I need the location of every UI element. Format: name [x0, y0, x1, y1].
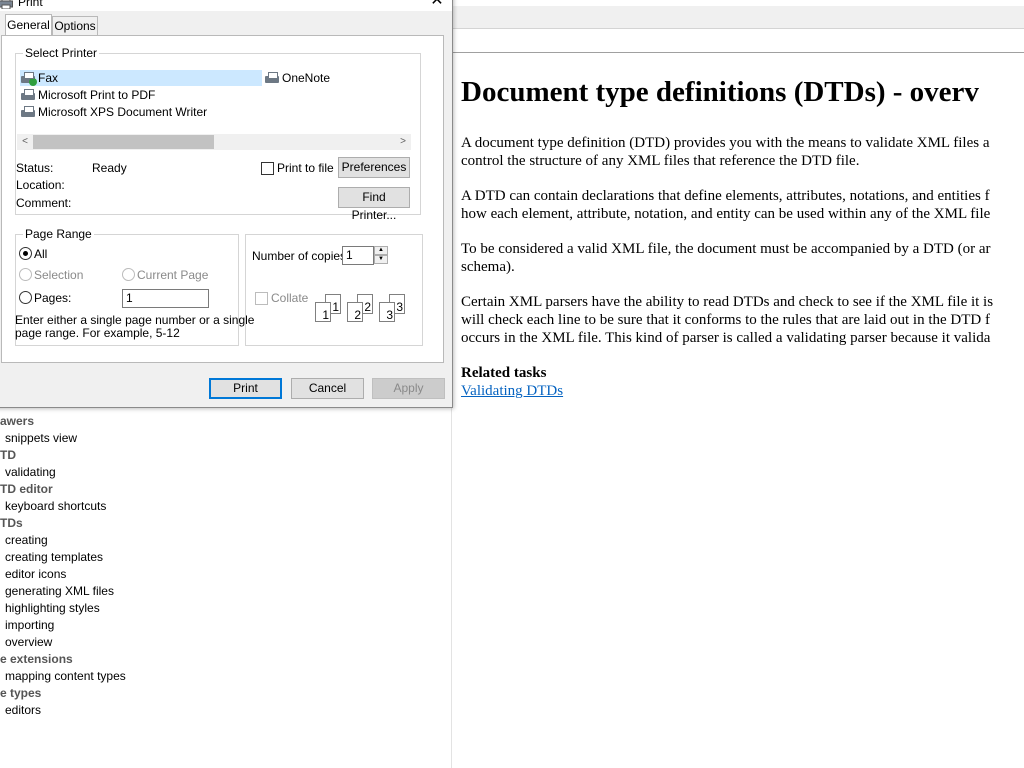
general-tab-panel: Select Printer Fax OneNote Microsoft Pri… — [1, 35, 444, 363]
spin-down-icon[interactable]: ▼ — [374, 255, 388, 264]
current-page-radio — [122, 268, 135, 281]
index-item[interactable]: validating — [5, 465, 56, 479]
page-range-label: Page Range — [23, 227, 94, 241]
selection-radio — [19, 268, 32, 281]
validating-dtds-link[interactable]: Validating DTDs — [461, 383, 563, 399]
all-radio[interactable] — [19, 247, 32, 260]
default-check-icon — [29, 78, 37, 86]
printer-xps[interactable]: Microsoft XPS Document Writer — [20, 104, 207, 120]
printer-list-scrollbar[interactable]: < > — [17, 134, 411, 150]
print-button[interactable]: Print — [209, 378, 282, 399]
paragraph-4: Certain XML parsers have the ability to … — [461, 294, 994, 346]
paragraph-3: To be considered a valid XML file, the d… — [461, 241, 991, 275]
dialog-title: Print — [18, 0, 43, 9]
scroll-left-icon[interactable]: < — [17, 134, 33, 150]
content-toolbar — [452, 6, 1024, 29]
index-item[interactable]: creating — [5, 533, 48, 547]
status-label: Status: — [16, 161, 54, 175]
copies-input[interactable]: 1 — [342, 246, 374, 265]
pages-radio[interactable] — [19, 291, 32, 304]
cancel-button[interactable]: Cancel — [291, 378, 364, 399]
all-label[interactable]: All — [34, 247, 47, 261]
pages-input[interactable]: 1 — [122, 289, 209, 308]
find-printer-button[interactable]: Find Printer... — [338, 187, 410, 222]
index-heading[interactable]: e types — [0, 686, 41, 700]
copies-label: Number of copies: — [252, 249, 350, 263]
index-item[interactable]: keyboard shortcuts — [5, 499, 106, 513]
help-document: Document type definitions (DTDs) - overv… — [461, 74, 1024, 400]
index-heading[interactable]: awers — [0, 414, 34, 428]
scrollbar-thumb[interactable] — [33, 135, 214, 149]
location-label: Location: — [16, 178, 65, 192]
printer-icon — [264, 72, 280, 84]
range-hint-line1: Enter either a single page number or a s… — [15, 313, 255, 327]
index-item[interactable]: mapping content types — [5, 669, 126, 683]
index-item[interactable]: snippets view — [5, 431, 77, 445]
collate-checkbox — [255, 292, 268, 305]
spin-up-icon[interactable]: ▲ — [374, 246, 388, 255]
collate-label: Collate — [271, 291, 309, 305]
related-tasks-heading: Related tasks — [461, 365, 547, 381]
index-item[interactable]: highlighting styles — [5, 601, 100, 615]
index-item[interactable]: creating templates — [5, 550, 103, 564]
tab-options[interactable]: Options — [52, 16, 98, 35]
paragraph-1: A document type definition (DTD) provide… — [461, 135, 990, 169]
printer-icon — [20, 106, 36, 118]
close-button[interactable]: ✕ — [427, 0, 447, 11]
tab-general[interactable]: General — [5, 14, 52, 35]
copies-spinner[interactable]: ▲ ▼ — [374, 246, 388, 264]
index-item[interactable]: importing — [5, 618, 54, 632]
print-dialog: Print ✕ General Options Select Printer F… — [0, 0, 453, 408]
help-index-list: awers snippets view TD validating TD edi… — [0, 396, 450, 768]
print-to-file-label[interactable]: Print to file — [277, 161, 334, 175]
current-page-label: Current Page — [137, 268, 209, 282]
scroll-right-icon[interactable]: > — [395, 134, 411, 150]
index-heading[interactable]: e extensions — [0, 652, 73, 666]
select-printer-label: Select Printer — [23, 46, 100, 60]
page-title: Document type definitions (DTDs) - overv — [461, 76, 979, 108]
index-item[interactable]: generating XML files — [5, 584, 114, 598]
printer-icon — [20, 89, 36, 101]
help-content-pane: Document type definitions (DTDs) - overv… — [451, 0, 1024, 768]
preferences-button[interactable]: Preferences — [338, 157, 410, 178]
index-heading[interactable]: TD — [0, 448, 16, 462]
status-value: Ready — [92, 161, 127, 175]
pages-label[interactable]: Pages: — [34, 291, 71, 305]
fax-printer-icon — [20, 72, 37, 86]
apply-button: Apply — [372, 378, 445, 399]
printer-icon — [0, 0, 13, 10]
index-item[interactable]: editor icons — [5, 567, 66, 581]
printer-ms-pdf[interactable]: Microsoft Print to PDF — [20, 87, 155, 103]
index-heading[interactable]: TDs — [0, 516, 23, 530]
printer-onenote[interactable]: OneNote — [264, 70, 330, 86]
index-item[interactable]: overview — [5, 635, 52, 649]
paragraph-2: A DTD can contain declarations that defi… — [461, 188, 991, 222]
content-separator — [452, 52, 1024, 53]
index-heading[interactable]: TD editor — [0, 482, 53, 496]
index-item[interactable]: editors — [5, 703, 41, 717]
comment-label: Comment: — [16, 196, 72, 210]
range-hint-line2: page range. For example, 5-12 — [15, 326, 180, 340]
dialog-titlebar[interactable]: Print ✕ — [0, 0, 452, 11]
selection-label: Selection — [34, 268, 84, 282]
printer-fax[interactable]: Fax — [20, 70, 262, 86]
print-to-file-checkbox[interactable] — [261, 162, 274, 175]
